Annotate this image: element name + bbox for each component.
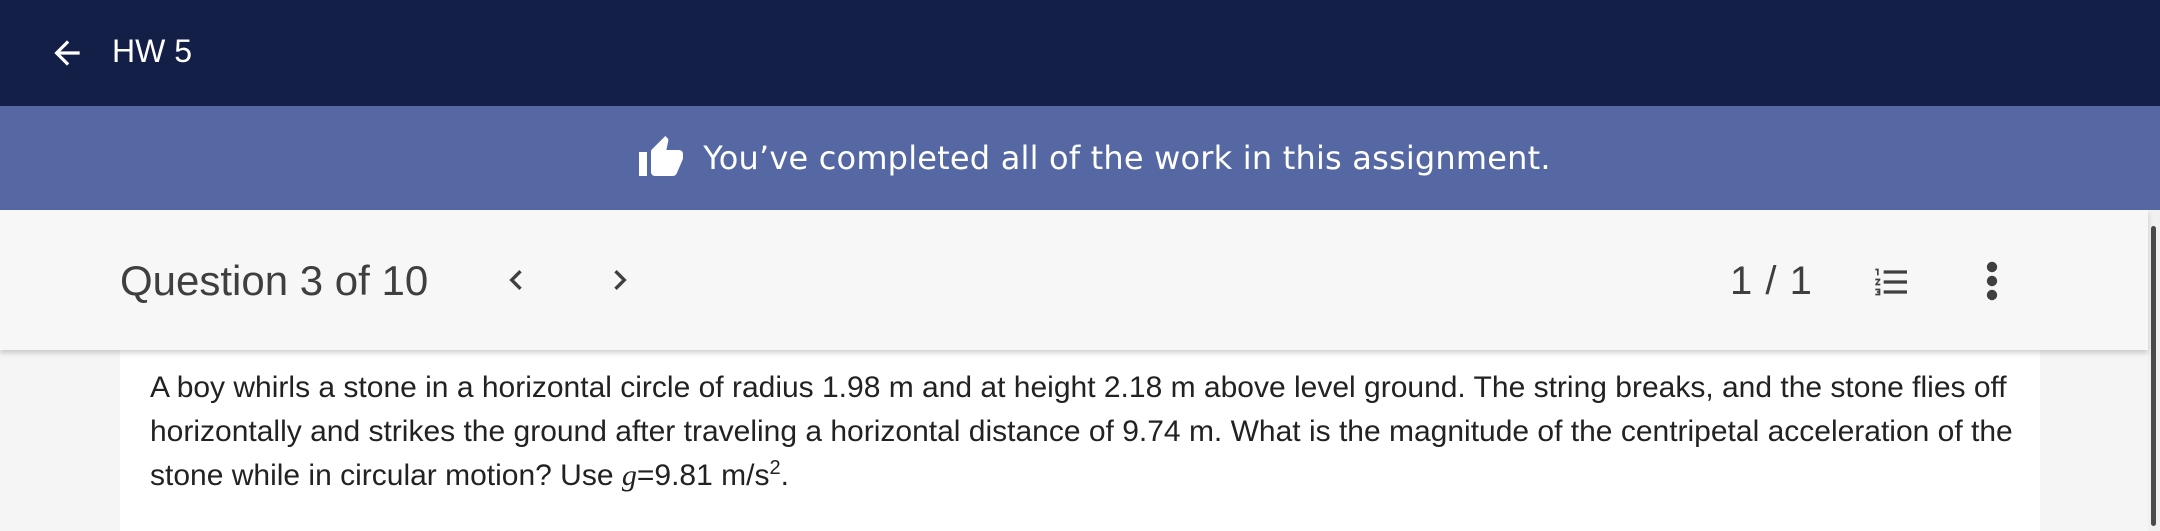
gravity-value: =9.81 m/s bbox=[636, 459, 770, 492]
gravity-variable: g bbox=[621, 459, 637, 492]
numbered-list-icon bbox=[1875, 268, 1907, 296]
question-end: . bbox=[780, 459, 789, 492]
next-question-button[interactable] bbox=[598, 258, 642, 302]
thumbs-up-icon bbox=[637, 134, 685, 182]
part-counter: 1 / 1 bbox=[1730, 259, 1813, 303]
gravity-exponent: 2 bbox=[769, 457, 781, 479]
question-card: A boy whirls a stone in a horizontal cir… bbox=[120, 350, 2040, 531]
scrollbar-thumb[interactable] bbox=[2151, 226, 2156, 526]
completion-banner: You’ve completed all of the work in this… bbox=[0, 106, 2160, 210]
assignment-title: HW 5 bbox=[112, 33, 192, 69]
question-toolbar: Question 3 of 10 1 / 1 bbox=[0, 210, 2148, 350]
question-text: A boy whirls a stone in a horizontal cir… bbox=[150, 366, 2020, 498]
question-counter: Question 3 of 10 bbox=[120, 257, 429, 304]
question-body: A boy whirls a stone in a horizontal cir… bbox=[150, 371, 2013, 492]
chevron-right-icon bbox=[614, 270, 627, 290]
back-button[interactable] bbox=[44, 30, 90, 76]
scrollbar[interactable] bbox=[2148, 210, 2160, 531]
top-nav-bar: HW 5 bbox=[0, 0, 2160, 106]
completion-message: You’ve completed all of the work in this… bbox=[703, 139, 1551, 177]
arrow-left-icon bbox=[54, 40, 80, 66]
more-vertical-icon bbox=[1986, 261, 1998, 301]
question-list-button[interactable] bbox=[1868, 260, 1916, 304]
previous-question-button[interactable] bbox=[494, 258, 538, 302]
chevron-left-icon bbox=[509, 270, 522, 290]
more-options-button[interactable] bbox=[1976, 258, 2008, 304]
